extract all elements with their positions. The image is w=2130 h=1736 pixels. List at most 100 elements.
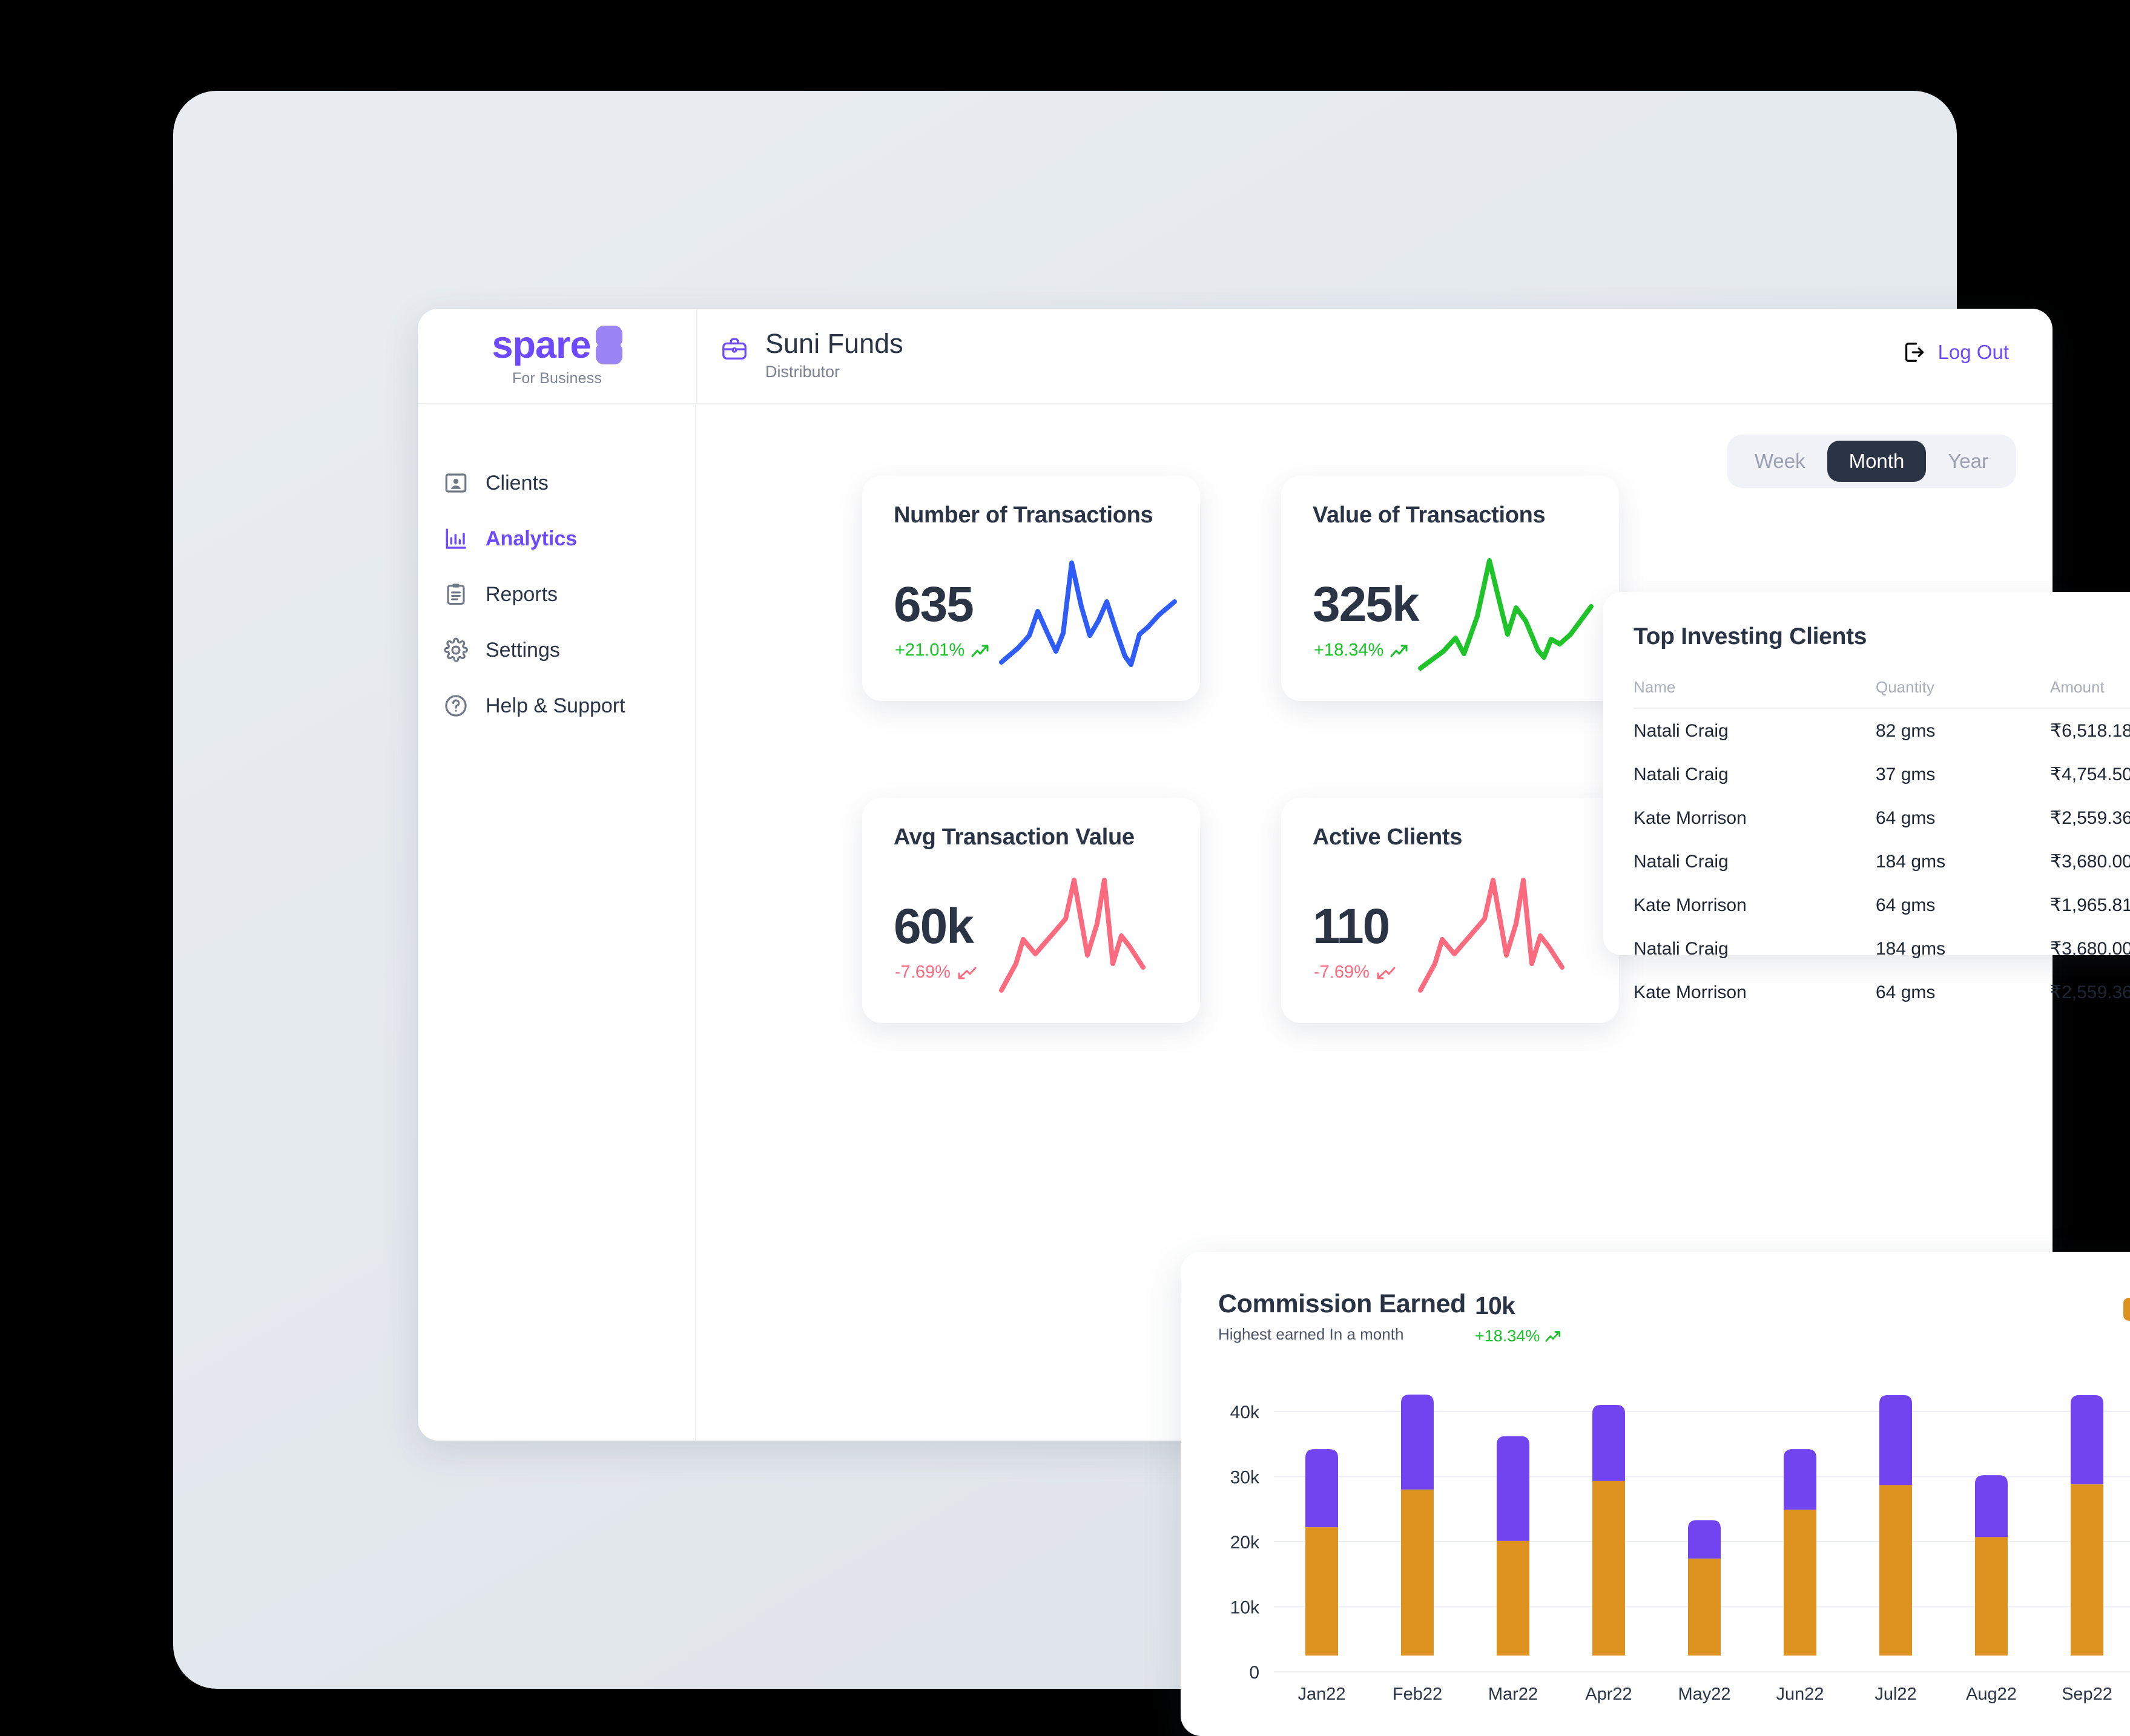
kpi-sparkline <box>1418 558 1594 671</box>
kpi-delta: -7.69% <box>895 962 977 982</box>
bar-segment-gold-buy[interactable] <box>1497 1540 1529 1656</box>
period-switch[interactable]: Week Month Year <box>1726 435 2016 488</box>
bar-segment-gold-lease[interactable] <box>1879 1395 1912 1485</box>
sidebar-item-label: Clients <box>486 471 549 495</box>
main-content: Week Month Year Number of Transactions 6… <box>696 404 2130 1736</box>
sidebar-item-label: Analytics <box>486 527 578 550</box>
kpi-delta-text: +18.34% <box>1314 640 1384 660</box>
bar-segment-gold-buy[interactable] <box>1592 1481 1625 1656</box>
cell-name: Kate Morrison <box>1634 807 1747 828</box>
logout-label: Log Out <box>1937 341 2009 363</box>
sidebar-item-clients[interactable]: Clients <box>418 455 695 511</box>
org-role: Distributor <box>765 362 840 381</box>
logout-button[interactable]: Log Out <box>1902 340 2009 364</box>
bar-segment-gold-buy[interactable] <box>1401 1489 1434 1656</box>
cell-amount: ₹3,680.00 <box>2050 939 2130 959</box>
top-clients-table: Name Quantity Amount Natali Craig 82 gms ₹… <box>1634 678 2130 1014</box>
legend-item-gold-buy[interactable]: Gold Buy <box>2123 1298 2130 1321</box>
briefcase-icon <box>720 329 748 363</box>
logo-dots-icon <box>595 326 622 364</box>
bar-segment-gold-buy[interactable] <box>1305 1527 1338 1656</box>
period-option-year[interactable]: Year <box>1926 441 2010 482</box>
sidebar-item-analytics[interactable]: Analytics <box>418 511 695 567</box>
column-header-amount: Amount <box>2050 678 2130 709</box>
column-header-quantity: Quantity <box>1876 678 2050 709</box>
kpi-value: 635 <box>894 577 974 632</box>
bar-segment-gold-buy[interactable] <box>2071 1484 2103 1656</box>
cell-amount: ₹3,680.00 <box>2050 852 2130 872</box>
table-body: Natali Craig 82 gms ₹6,518.18 Natali Craig 3… <box>1634 708 2130 1014</box>
bar-segment-gold-lease[interactable] <box>1305 1449 1338 1528</box>
kpi-delta-text: -7.69% <box>895 962 951 982</box>
contact-card-icon <box>443 470 469 496</box>
cell-name: Natali Craig <box>1634 720 1729 741</box>
chart-title: Commission Earned <box>1218 1289 1466 1318</box>
header-divider <box>696 309 697 404</box>
kpi-card-number-of-transactions[interactable]: Number of Transactions 635 +21.01% <box>862 476 1200 701</box>
commission-earned-card: Commission Earned Highest earned In a mo… <box>1181 1252 2130 1736</box>
bar-segment-gold-lease[interactable] <box>1784 1449 1816 1510</box>
bar-segment-gold-buy[interactable] <box>1784 1510 1816 1656</box>
bar-segment-gold-lease[interactable] <box>1592 1405 1625 1481</box>
sidebar-item-settings[interactable]: Settings <box>418 622 695 678</box>
x-axis-tick-label: May22 <box>1678 1685 1730 1704</box>
period-option-month[interactable]: Month <box>1827 441 1927 482</box>
cell-name: Natali Craig <box>1634 938 1729 959</box>
bar-segment-gold-lease[interactable] <box>2071 1395 2103 1485</box>
table-row[interactable]: Kate Morrison 64 gms ₹2,559.36 <box>1634 796 2130 840</box>
trend-up-icon <box>1390 642 1410 659</box>
cell-amount: ₹2,559.36 <box>2050 982 2130 1002</box>
legend-swatch <box>2123 1298 2130 1321</box>
bar-segment-gold-lease[interactable] <box>1975 1475 2008 1537</box>
chart-stat-delta-text: +18.34% <box>1475 1327 1540 1345</box>
table-row[interactable]: Kate Morrison 64 gms ₹1,965.81 <box>1634 883 2130 927</box>
bar-segment-gold-lease[interactable] <box>1401 1394 1434 1490</box>
bar-segment-gold-lease[interactable] <box>1497 1436 1529 1541</box>
kpi-title: Active Clients <box>1313 824 1463 850</box>
table-row[interactable]: Natali Craig 184 gms ₹3,680.00 <box>1634 927 2130 970</box>
y-axis-tick-label: 40k <box>1230 1402 1260 1422</box>
kpi-value: 110 <box>1313 899 1390 954</box>
x-axis-tick-label: Jan22 <box>1297 1685 1345 1704</box>
column-header-name: Name <box>1634 678 1876 709</box>
y-axis-tick-label: 20k <box>1230 1533 1260 1553</box>
device-frame: spare For Business Suni Funds Distributo… <box>173 91 2130 1736</box>
logo-tagline: For Business <box>512 370 602 387</box>
kpi-card-value-of-transactions[interactable]: Value of Transactions 325k +18.34% <box>1281 476 1619 701</box>
kpi-card-avg-transaction-value[interactable]: Avg Transaction Value 60k -7.69% <box>862 798 1200 1023</box>
sidebar-item-reports[interactable]: Reports <box>418 567 695 622</box>
sidebar-item-label: Help & Support <box>486 694 625 717</box>
period-option-week[interactable]: Week <box>1733 441 1827 482</box>
bar-segment-gold-buy[interactable] <box>1975 1537 2008 1656</box>
sidebar-item-label: Settings <box>486 638 560 662</box>
app-window: spare For Business Suni Funds Distributo… <box>418 309 2130 1736</box>
cell-amount: ₹1,965.81 <box>2050 895 2130 915</box>
kpi-sparkline <box>1418 878 1565 993</box>
bar-segment-gold-buy[interactable] <box>1879 1485 1912 1656</box>
cell-name: Natali Craig <box>1634 851 1729 872</box>
table-row[interactable]: Natali Craig 82 gms ₹6,518.18 <box>1634 708 2130 752</box>
kpi-sparkline <box>999 878 1146 993</box>
table-row[interactable]: Natali Craig 184 gms ₹3,680.00 <box>1634 840 2130 883</box>
sidebar-item-help-support[interactable]: Help & Support <box>418 678 695 734</box>
bar-chart-icon <box>443 526 469 551</box>
question-circle-icon <box>443 693 469 718</box>
x-axis-tick-label: Mar22 <box>1488 1685 1538 1704</box>
kpi-card-active-clients[interactable]: Active Clients 110 -7.69% <box>1281 798 1619 1023</box>
sidebar-item-label: Reports <box>486 582 558 606</box>
cell-quantity: 64 gms <box>1876 807 1936 828</box>
trend-up-icon <box>1545 1329 1563 1344</box>
logout-icon <box>1902 340 1926 364</box>
chart-stat-delta: +18.34% <box>1475 1327 1563 1346</box>
bar-segment-gold-buy[interactable] <box>1688 1558 1721 1656</box>
top-investing-clients-card: Top Investing Clients Name Quantity Amou… <box>1603 592 2130 1002</box>
kpi-value: 60k <box>894 899 974 954</box>
bar-segment-gold-lease[interactable] <box>1688 1520 1721 1559</box>
table-row[interactable]: Kate Morrison 64 gms ₹2,559.36 <box>1634 970 2130 1014</box>
kpi-sparkline <box>999 561 1177 667</box>
table-row[interactable]: Natali Craig 37 gms ₹4,754.50 <box>1634 752 2130 796</box>
x-axis-tick-label: Feb22 <box>1393 1685 1442 1704</box>
cell-name: Kate Morrison <box>1634 895 1747 915</box>
chart-stat-value: 10k <box>1475 1292 1515 1320</box>
cell-quantity: 64 gms <box>1876 895 1936 915</box>
